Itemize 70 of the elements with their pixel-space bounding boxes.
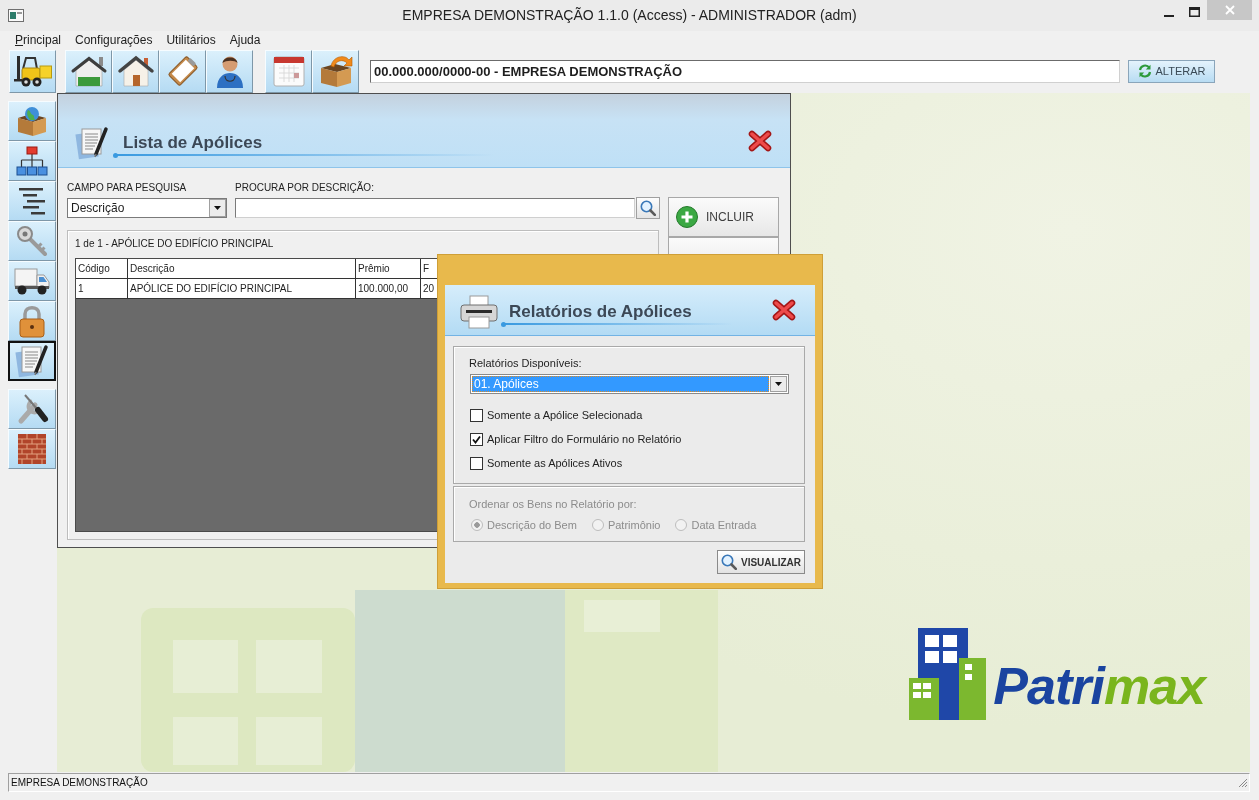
resize-grip-icon [1237,777,1248,788]
app-title: EMPRESA DEMONSTRAÇÃO 1.1.0 (Access) - ADMINISTRADOR (adm) [402,6,857,25]
menu-item[interactable]: Configurações [68,32,160,48]
caret-icon [209,199,226,217]
refresh-icon [1137,64,1152,78]
app-icon [8,9,24,22]
search-icon [721,554,737,570]
maximize-icon[interactable] [1189,7,1200,17]
plus-icon [676,206,698,228]
checkbox[interactable] [470,408,483,422]
sidebar-button[interactable] [8,341,56,381]
change-button[interactable]: ALTERAR [1128,59,1215,83]
company-field[interactable]: 00.000.000/0000-00 - EMPRESA DEMONSTRAÇÃO [370,59,1120,83]
radio-label: Descrição do Bem [487,519,577,531]
truck-icon [14,267,50,295]
forklift-icon [13,55,52,87]
brick-wall-icon [18,434,46,464]
table-cell: APÓLICE DO EDIFÍCIO PRINCIPAL [128,279,356,299]
group-label: Ordenar os Bens no Relatório por: [469,498,637,510]
toolbar-button[interactable] [112,49,159,93]
indented-list-icon [17,187,47,215]
field-label: Relatórios Disponíveis: [469,356,582,371]
dropdown[interactable]: Descrição [67,198,227,218]
table-cell: 1 [76,279,128,299]
column-header[interactable]: Prêmio [356,259,421,279]
house-icon [116,55,155,87]
table-cell: 100.000,00 [356,279,421,299]
checkbox-label: Aplicar Filtro do Formulário no Relatório [487,433,682,445]
toolbar-button[interactable] [65,49,112,93]
menu-item[interactable]: Principal [8,32,69,48]
org-chart-icon [16,146,48,176]
column-header[interactable]: Descrição [128,259,356,279]
view-button[interactable]: VISUALIZAR [717,550,805,574]
box-icon [16,105,48,137]
field-label: PROCURA POR DESCRIÇÃO: [235,181,375,195]
calendar-icon [271,54,306,88]
column-header[interactable]: Código [76,259,128,279]
search-input[interactable] [235,198,635,218]
checkbox[interactable] [470,432,483,446]
search-button[interactable] [636,197,660,219]
close-icon[interactable] [748,130,772,152]
record-summary: 1 de 1 - APÓLICE DO EDIFÍCIO PRINCIPAL [75,237,275,251]
printer-icon [460,295,498,329]
toolbar-button[interactable] [312,49,359,93]
close-icon[interactable] [772,299,796,321]
person-icon [214,54,245,88]
document-pen-icon [75,126,109,160]
radio-label: Patrimônio [607,519,661,531]
buildings-logo-icon [907,628,988,720]
dialog-title: Relatórios de Apólices [509,302,692,322]
document-pen-icon [15,344,49,378]
toolbar-button[interactable] [9,49,56,93]
checkbox-label: Somente a Apólice Selecionada [487,409,643,421]
toolbar-button[interactable] [206,49,253,93]
caret-icon [770,376,787,392]
search-icon [640,200,656,216]
warehouse-icon [69,55,108,87]
checkbox-label: Somente as Apólices Ativos [487,457,623,469]
status-text: EMPRESA DEMONSTRAÇÃO [11,777,148,788]
menu-item[interactable]: Utilitários [159,32,223,48]
radio-label: Data Entrada [691,519,757,531]
check-icon [472,434,481,444]
checkbox[interactable] [470,456,483,470]
padlock-icon [17,304,47,338]
add-button[interactable]: INCLUIR [668,197,779,237]
field-label: CAMPO PARA PESQUISA [67,181,188,195]
menu-item[interactable]: Ajuda [222,32,268,48]
close-icon [1224,5,1235,15]
window-title: Lista de Apólices [123,133,263,153]
key-icon [16,225,48,257]
